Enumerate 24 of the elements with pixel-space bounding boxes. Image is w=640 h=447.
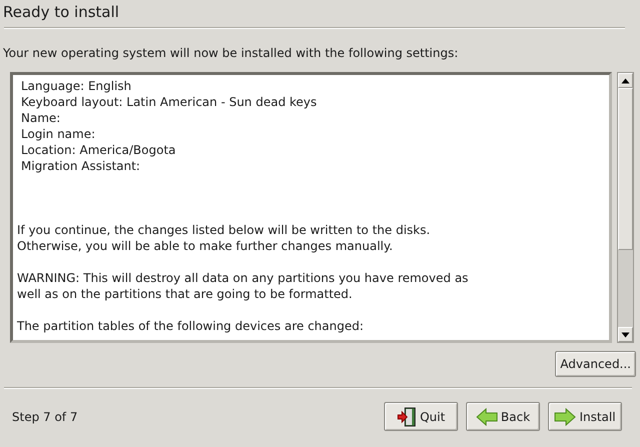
setting-line: Keyboard layout: Latin American - Sun dead keys [21, 94, 318, 110]
quit-button[interactable]: Quit [384, 402, 458, 431]
advanced-button[interactable]: Advanced... [555, 351, 636, 377]
install-button[interactable]: Install [548, 402, 622, 431]
scroll-down-icon[interactable] [618, 327, 633, 342]
right-arrow-icon [554, 408, 576, 426]
page-title: Ready to install [2, 2, 120, 22]
summary-paragraph: WARNING: This will destroy all data on any partitions you have removed as well as on the partitions that are going to be formatted. [17, 270, 470, 302]
scroll-up-icon[interactable] [618, 73, 633, 88]
exit-door-icon [396, 406, 417, 426]
step-indicator: Step 7 of 7 [11, 410, 78, 424]
intro-text: Your new operating system will now be installed with the following settings: [2, 45, 460, 61]
back-button[interactable]: Back [466, 402, 540, 431]
scrollbar-thumb[interactable] [618, 88, 633, 250]
setting-line: Location: America/Bogota [21, 142, 177, 158]
setting-line: Migration Assistant: [21, 158, 142, 174]
setting-line: Language: English [21, 78, 132, 94]
summary-paragraph: If you continue, the changes listed below will be written to the disks. Otherwise, you will be able to make further changes manually. [17, 222, 432, 254]
setting-line: Name: [21, 110, 62, 126]
summary-paragraph: The partition tables of the following devices are changed: [17, 318, 365, 334]
left-arrow-icon [476, 408, 498, 426]
vertical-scrollbar[interactable] [617, 72, 634, 343]
summary-text-area[interactable] [10, 72, 612, 343]
setting-line: Login name: [21, 126, 96, 142]
